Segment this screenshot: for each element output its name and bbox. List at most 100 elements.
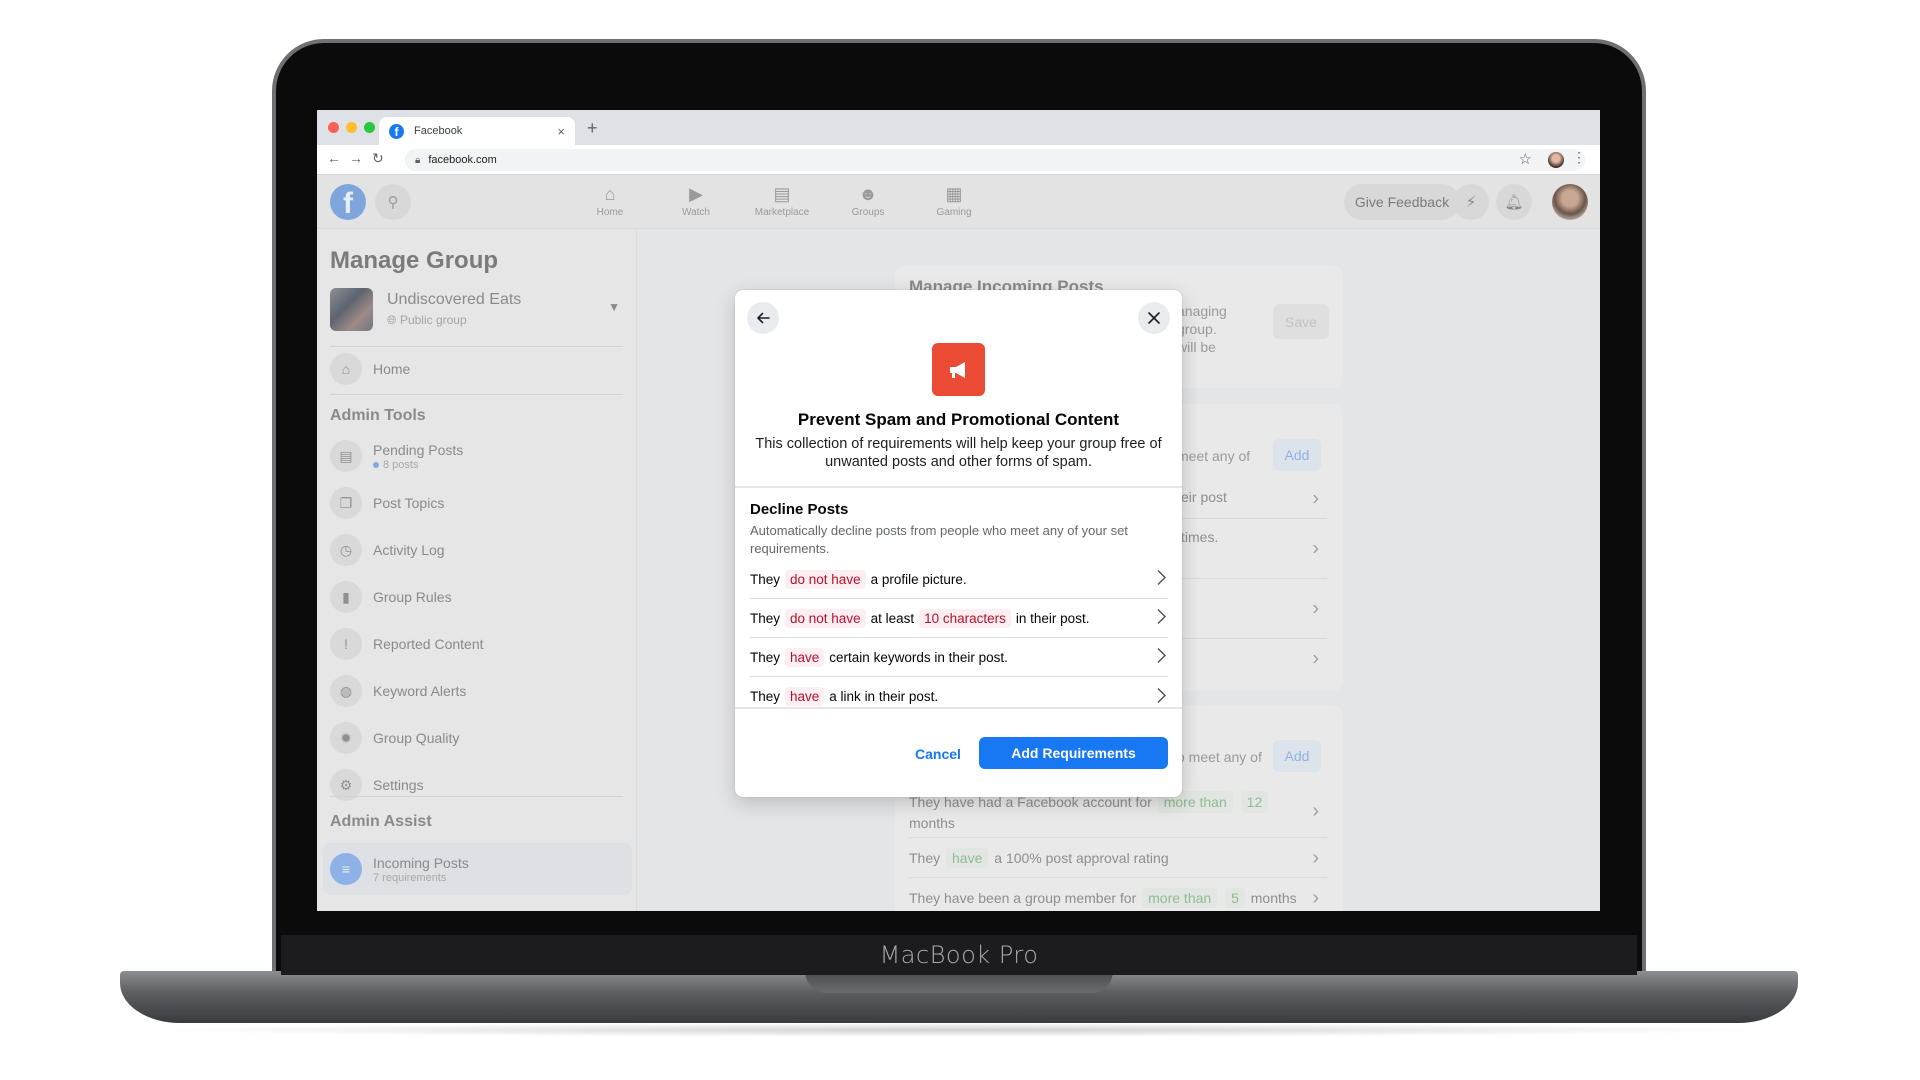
rule-row[interactable]: They do not have at least 10 characters in t… [750,599,1168,638]
sidebar-item-label: Home [373,361,411,377]
group-quality-icon: ✹ [330,722,362,754]
globe-icon: 🌐︎ [387,313,400,327]
rule-row[interactable]: They do not have a profile picture. [750,560,1168,599]
card-text-line: will be [1177,339,1216,355]
group-selector[interactable]: Undiscovered Eats 🌐︎ Public group ▼ [330,288,620,334]
group-cover-thumbnail [330,288,373,331]
modal-title: Prevent Spam and Promotional Content [797,410,1120,429]
section-title: Decline Posts [750,501,849,518]
notifications-bell-icon[interactable]: 🔔︎ [1496,184,1532,220]
close-button[interactable] [1138,302,1170,334]
group-rules-icon: ▮ [330,581,362,613]
reload-icon[interactable]: ↻ [372,150,384,167]
sidebar-item-activity-log[interactable]: ◷ Activity Log [330,533,623,567]
add-requirements-button[interactable]: Add Requirements [979,737,1168,769]
sidebar-item-post-topics[interactable]: ❐ Post Topics [330,486,623,520]
add-button[interactable]: Add [1273,439,1321,471]
facebook-header: f ⚲ ⌂ Home ▶ Watch ▤ Marketplace ☻ Groups ▦ Gamin… [317,175,1600,229]
give-feedback-button[interactable]: Give Feedback [1344,184,1460,220]
address-bar[interactable]: 🔒︎ facebook.com [405,149,1585,171]
nav-tab-label: Marketplace [754,207,810,218]
rule-subject: They [750,689,781,704]
minimize-window-button[interactable] [346,122,357,133]
nav-tab-marketplace[interactable]: ▤ Marketplace [742,183,822,218]
rule-row[interactable]: They have a link in their post. [750,677,1168,716]
divider [735,486,1182,488]
sidebar-item-label: Post Topics [373,495,445,511]
rule-text: certain keywords in their post. [829,649,1008,665]
sidebar-item-label: Settings [373,777,424,793]
chevron-right-icon [1156,648,1166,667]
rule-condition-tag[interactable]: have [785,647,825,667]
facebook-logo-icon[interactable]: f [330,184,366,220]
rule-value-tag[interactable]: 10 characters [919,608,1011,628]
rule-condition-tag[interactable]: do not have [785,608,866,628]
rule-row[interactable]: They have certain keywords in their post. [750,638,1168,677]
back-button[interactable] [747,302,779,334]
sidebar-item-label: Group Rules [373,589,452,605]
nav-tab-label: Watch [682,207,710,218]
maximize-window-button[interactable] [364,122,375,133]
card-text: meet any of [1177,448,1251,464]
add-button[interactable]: Add [1273,740,1321,772]
rule-condition-tag[interactable]: have [785,687,825,706]
close-icon [1148,312,1160,324]
chevron-right-icon: › [1312,647,1319,670]
keyword-alerts-icon: ◍ [330,675,362,707]
dropdown-caret-icon[interactable]: ▼ [608,300,620,314]
gaming-icon: ▦ [945,184,963,204]
sidebar-item-home[interactable]: ⌂ Home [330,352,623,386]
divider [330,796,623,797]
browser-tab-bar: f Facebook × + [317,110,1600,145]
sidebar-item-sublabel: 7 requirements [373,871,447,884]
sidebar-item-group-rules[interactable]: ▮ Group Rules [330,580,623,614]
save-button[interactable]: Save [1273,304,1329,339]
laptop-chin: MacBook Pro [281,935,1637,975]
rule-condition-tag[interactable]: do not have [785,569,866,589]
rule-text: at least [870,610,915,626]
nav-tab-home[interactable]: ⌂ Home [570,183,650,218]
home-icon: ⌂ [604,184,616,204]
cancel-button[interactable]: Cancel [915,746,961,762]
nav-tab-gaming[interactable]: ▦ Gaming [914,183,994,218]
nav-tab-watch[interactable]: ▶ Watch [656,183,736,218]
divider [330,394,623,395]
browser-menu-icon[interactable]: ⋮ [1572,149,1586,166]
sidebar-item-group-quality[interactable]: ✹ Group Quality [330,721,623,755]
sidebar-item-pending-posts[interactable]: ▤ Pending Posts 8 posts [330,439,623,473]
unread-dot [373,461,379,468]
incoming-posts-icon: ≡ [330,853,362,885]
sidebar-item-reported-content[interactable]: ! Reported Content [330,627,623,661]
chevron-right-icon: › [1312,487,1319,509]
rule-subject: They [750,649,781,665]
nav-tab-groups[interactable]: ☻ Groups [828,183,908,218]
browser-profile-avatar[interactable] [1548,152,1564,168]
close-window-button[interactable] [328,122,339,133]
megaphone-icon [949,361,965,378]
sidebar-item-label: Keyword Alerts [373,683,467,699]
rule-subject: They [750,610,781,626]
search-icon[interactable]: ⚲ [375,184,411,220]
laptop-shadow [140,1023,1780,1037]
card-text: o meet any of [1177,749,1262,765]
bookmark-star-icon[interactable]: ☆ [1519,150,1532,168]
url-text: facebook.com [428,154,497,166]
account-avatar[interactable] [1552,184,1588,220]
chevron-right-icon: › [1312,537,1319,559]
reported-content-icon: ! [330,628,362,660]
back-arrow-icon[interactable]: ← [327,150,341,166]
tab-close-icon[interactable]: × [557,124,565,139]
facebook-favicon-icon: f [389,123,404,139]
forward-arrow-icon[interactable]: → [349,150,363,166]
browser-tab[interactable]: f Facebook × [379,117,575,145]
requirement-row[interactable]: They have been a group member for more t… [909,878,1327,911]
section-description: Automatically decline posts from people … [750,523,1128,556]
marketplace-icon: ▤ [773,184,791,204]
requirement-row[interactable]: They have a 100% post approval rating › [909,838,1327,878]
sidebar-item-keyword-alerts[interactable]: ◍ Keyword Alerts [330,674,623,708]
post-topics-icon: ❐ [330,487,362,519]
sidebar-item-incoming-posts[interactable]: ≡ Incoming Posts 7 requirements [330,852,623,886]
chevron-right-icon [1156,570,1166,589]
messenger-icon[interactable]: ⚡︎ [1453,184,1489,220]
new-tab-button[interactable]: + [587,118,598,139]
